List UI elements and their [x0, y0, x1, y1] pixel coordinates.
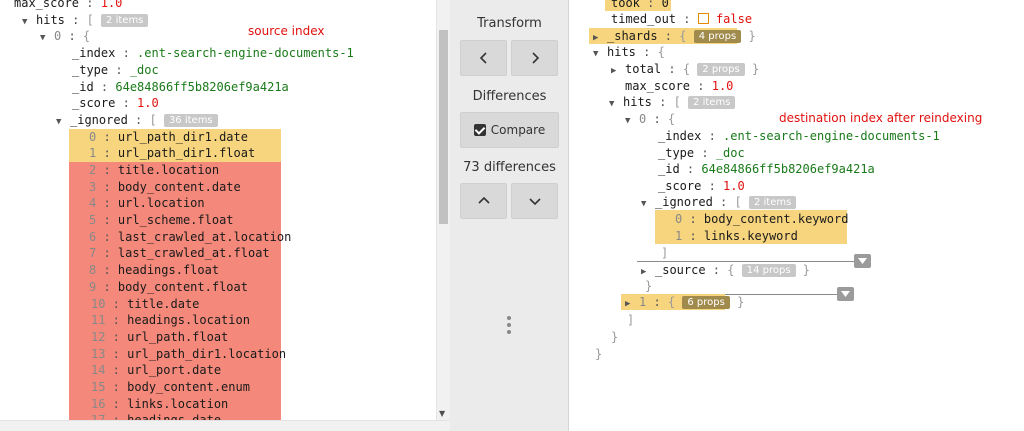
tree-row-max-score: max_score : 1.0 [625, 79, 734, 93]
annotation-destination: destination index after reindexing [779, 111, 983, 125]
props-badge: 2 props [697, 63, 745, 76]
transform-label: Transform [477, 16, 542, 31]
ignored-item: 0 : body_content.keyword [675, 212, 849, 226]
collapse-button[interactable] [837, 287, 854, 301]
difference-count: 73 differences [463, 160, 556, 175]
object-close-brace: } [645, 279, 653, 293]
transform-right-button[interactable] [511, 40, 558, 76]
array-close-bracket: ] [627, 313, 635, 327]
ignored-item: 12 : url_path.float [91, 330, 229, 344]
previous-difference-button[interactable] [460, 183, 507, 219]
props-badge: 14 props [741, 264, 796, 277]
tree-row-type: _type : _doc [658, 146, 745, 160]
tree-row-ignored[interactable]: ▼ _ignored : [ 2 items [641, 194, 797, 212]
collapse-arrow-icon[interactable]: ▼ [593, 46, 607, 62]
tree-row: _type : _doc [72, 63, 159, 77]
transform-left-button[interactable] [460, 40, 507, 76]
ignored-item: 9 : body_content.float [89, 280, 248, 294]
tree-row-inner-hits[interactable]: ▼ hits : [ 2 items [609, 94, 736, 112]
items-badge: 2 items [748, 196, 797, 209]
destination-tree-panel[interactable]: took : 0 timed_out : false ▶ _shards : { … [569, 0, 1024, 431]
ignored-item: 3 : body_content.date [89, 180, 241, 194]
ignored-item: 1 : url_path_dir1.float [89, 146, 256, 160]
compare-button-label: Compare [490, 123, 546, 137]
collapse-arrow-icon[interactable]: ▼ [641, 196, 655, 212]
tree-row-timed-out: timed_out : false [611, 12, 753, 26]
collapse-arrow-icon[interactable]: ▼ [40, 30, 54, 46]
scroll-down-arrow-icon[interactable]: ▼ [439, 409, 445, 418]
expand-arrow-icon[interactable]: ▶ [625, 296, 639, 312]
chevron-up-icon [477, 196, 490, 204]
ignored-item: 1 : links.keyword [675, 229, 798, 243]
tree-row-hit-0[interactable]: ▼ 0 : { [625, 111, 675, 127]
compare-button[interactable]: Compare [460, 112, 559, 148]
chevron-down-icon [528, 198, 541, 206]
ignored-item: 8 : headings.float [89, 263, 220, 277]
collapse-arrow-icon[interactable]: ▼ [609, 96, 623, 112]
tree-row-index: _index : .ent-search-engine-documents-1 [658, 129, 940, 143]
ignored-item: 4 : url.location [89, 196, 205, 210]
object-close-brace: } [611, 330, 619, 344]
tree-row[interactable]: ▼ 0 : { [40, 28, 90, 44]
props-badge: 4 props [693, 30, 742, 43]
collapse-arrow-icon[interactable]: ▼ [22, 14, 36, 30]
tree-row-total[interactable]: ▶ total : { 2 props } [611, 61, 759, 77]
vertical-scrollbar[interactable]: ▼ [436, 0, 450, 420]
tree-row-source[interactable]: ▶ _source : { 14 props } [641, 262, 810, 278]
props-badge: 6 props [682, 296, 730, 309]
tree-row: _score : 1.0 [72, 96, 159, 110]
tree-row-shards[interactable]: ▶ _shards : { 4 props } [593, 28, 756, 44]
annotation-source: source index [248, 24, 325, 38]
tree-row-hit-1[interactable]: ▶ 1 : { 6 props } [625, 294, 744, 310]
ignored-item: 10 : title.date [91, 297, 200, 311]
tree-row-id: _id : 64e84866ff5b8206ef9a421a [658, 162, 875, 176]
comparison-toolbar: Transform Differences Compare 73 differe… [450, 0, 569, 431]
chevron-left-icon [479, 52, 487, 64]
scrollbar-thumb[interactable] [439, 30, 448, 224]
differences-label: Differences [472, 89, 547, 104]
ignored-item: 17 : headings.date [91, 413, 222, 420]
collapse-button[interactable] [854, 254, 871, 268]
next-difference-button[interactable] [511, 183, 558, 219]
ignored-item: 0 : url_path_dir1.date [89, 130, 248, 144]
chevron-down-icon [841, 291, 850, 297]
ignored-item: 2 : title.location [89, 163, 220, 177]
ignored-item: 13 : url_path_dir1.location [91, 347, 287, 361]
horizontal-scrollbar[interactable] [0, 420, 450, 431]
tree-row[interactable]: ▼ _ignored : [ 36 items [56, 112, 218, 128]
checkbox-checked-icon [473, 124, 486, 136]
ignored-item: 15 : body_content.enum [91, 380, 250, 394]
checkbox-icon[interactable] [697, 13, 709, 24]
tree-row: max_score : 1.0 [14, 0, 123, 10]
items-badge: 2 items [688, 96, 736, 109]
items-badge: 2 items [101, 14, 149, 27]
tree-row: _id : 64e84866ff5b8206ef9a421a [72, 80, 289, 94]
ignored-item: 5 : url_scheme.float [89, 213, 234, 227]
tree-row: _index : .ent-search-engine-documents-1 [72, 46, 354, 60]
tree-row[interactable]: ▼ hits : [ 2 items [22, 12, 149, 30]
ignored-item: 6 : last_crawled_at.location [89, 230, 292, 244]
expand-arrow-icon[interactable]: ▶ [611, 63, 625, 79]
ignored-item: 16 : links.location [91, 397, 229, 411]
drag-handle-icon[interactable] [507, 316, 512, 337]
ignored-item: 7 : last_crawled_at.float [89, 246, 270, 260]
ignored-item: 14 : url_port.date [91, 363, 222, 377]
array-close-bracket: ] [661, 246, 669, 260]
collapse-arrow-icon[interactable]: ▼ [625, 113, 639, 129]
ignored-item: 11 : headings.location [91, 313, 250, 327]
source-tree-panel[interactable]: max_score : 1.0 ▼ hits : [ 2 items ▼ 0 : { _… [0, 0, 436, 420]
chevron-right-icon [531, 52, 539, 64]
tree-row-took: took : 0 [611, 0, 669, 10]
collapse-arrow-icon[interactable]: ▼ [56, 114, 70, 130]
object-close-brace: } [595, 347, 603, 361]
tree-row-hits[interactable]: ▼ hits : { [593, 44, 665, 60]
tree-row-score: _score : 1.0 [658, 179, 745, 193]
chevron-down-icon [858, 258, 867, 264]
items-badge: 36 items [163, 114, 218, 127]
